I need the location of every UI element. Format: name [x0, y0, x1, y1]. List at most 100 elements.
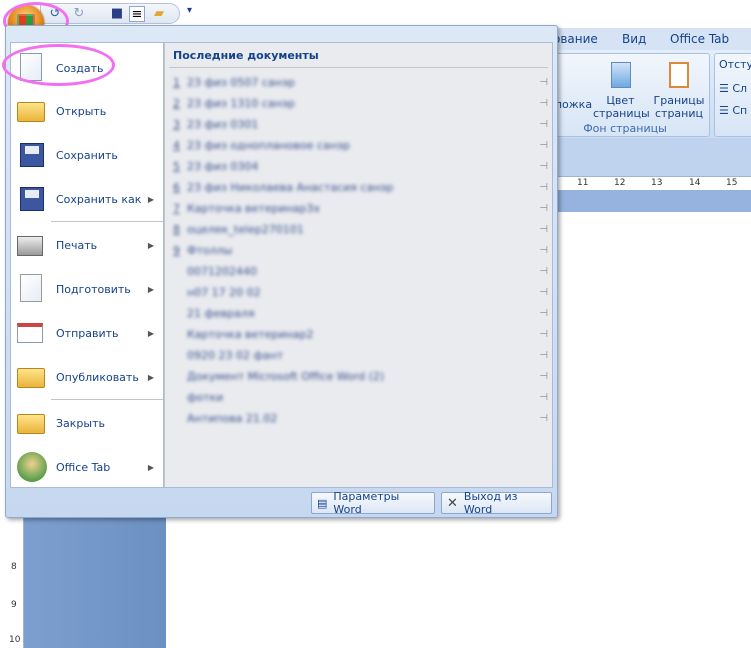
open-folder-icon [17, 102, 45, 122]
page-color-label: Цвет страницы [593, 94, 650, 120]
document-name: 23 физ Николаева Анастасия санэр [187, 180, 394, 194]
recent-document-item[interactable]: 21 февраля ⊣ [173, 303, 548, 323]
submenu-arrow-icon: ▶ [147, 462, 154, 472]
prepare-icon [20, 274, 42, 302]
pin-icon[interactable]: ⊣ [539, 245, 548, 256]
menu-item-office-tab[interactable]: Office Tab ▶ [11, 446, 163, 488]
document-name: 23 физ одноплановое санэр [187, 138, 351, 152]
divider [169, 67, 548, 68]
pin-icon[interactable]: ⊣ [539, 224, 548, 235]
recent-document-item[interactable]: 0071202440 ⊣ [173, 261, 548, 281]
vertical-ruler[interactable]: 8 9 10 [8, 517, 24, 648]
recent-document-item[interactable]: 2 23 физ 1310 санэр ⊣ [173, 93, 548, 113]
tab-view[interactable]: Вид [622, 32, 646, 46]
pin-icon[interactable]: ⊣ [539, 203, 548, 214]
pin-icon[interactable]: ⊣ [539, 413, 548, 424]
item-number: 9 [173, 243, 180, 257]
menu-item-prepare[interactable]: Подготовить ▶ [11, 268, 163, 310]
pin-icon[interactable]: ⊣ [539, 182, 548, 193]
page-borders-icon [669, 62, 689, 88]
pin-icon[interactable]: ⊣ [539, 287, 548, 298]
save-icon[interactable]: ■ [109, 6, 125, 22]
recent-document-item[interactable]: 0920 23 02 фант ⊣ [173, 345, 548, 365]
pin-icon[interactable]: ⊣ [539, 98, 548, 109]
recent-document-item[interactable]: 4 23 физ одноплановое санэр ⊣ [173, 135, 548, 155]
pin-icon[interactable]: ⊣ [539, 350, 548, 361]
document-name: 23 физ 0301 [187, 117, 259, 131]
menu-item-print[interactable]: Печать ▶ [11, 224, 163, 266]
printer-icon [17, 236, 43, 256]
recent-document-item[interactable]: 6 23 физ Николаева Анастасия санэр ⊣ [173, 177, 548, 197]
ribbon-footer [540, 138, 751, 176]
item-number: 1 [173, 75, 180, 89]
send-icon [17, 323, 43, 343]
horizontal-ruler[interactable]: 11 12 13 14 15 [540, 176, 751, 190]
recent-document-item[interactable]: 9 Фтоллы ⊣ [173, 240, 548, 260]
document-margin-area [24, 517, 166, 648]
item-number: 8 [173, 222, 180, 236]
pin-icon[interactable]: ⊣ [539, 266, 548, 277]
tab-office-tab[interactable]: Office Tab [670, 32, 729, 46]
pin-icon[interactable]: ⊣ [539, 140, 548, 151]
pin-icon[interactable]: ⊣ [539, 392, 548, 403]
menu-item-open[interactable]: Открыть [11, 90, 163, 132]
redo-icon[interactable]: ↻ [71, 6, 87, 22]
item-number: 6 [173, 180, 180, 194]
document-name: Документ Microsoft Office Word (2) [187, 369, 385, 383]
close-icon: ✕ [447, 495, 458, 511]
exit-word-button[interactable]: ✕ Выход из Word [441, 490, 552, 516]
recent-document-item[interactable]: н07 17 20 02 ⊣ [173, 282, 548, 302]
recent-document-item[interactable]: 5 23 физ 0304 ⊣ [173, 156, 548, 176]
pin-icon[interactable]: ⊣ [539, 161, 548, 172]
menu-item-save[interactable]: Сохранить [11, 134, 163, 176]
page-borders-label: Границы страниц [653, 94, 705, 120]
indent-right-button[interactable]: ☰ Сп [719, 104, 747, 117]
document-name: Антипова 21.02 [187, 411, 278, 425]
page-borders-button[interactable]: Границы страниц [653, 58, 705, 120]
pin-icon[interactable]: ⊣ [539, 308, 548, 319]
page-color-button[interactable]: Цвет страницы [593, 58, 650, 120]
separator [51, 221, 163, 222]
submenu-arrow-icon: ▶ [147, 284, 154, 294]
menu-item-save-as[interactable]: Сохранить как ▶ [11, 178, 163, 220]
recent-document-item[interactable]: фотки ⊣ [173, 387, 548, 407]
document-name: 23 физ 1310 санэр [187, 96, 295, 110]
submenu-arrow-icon: ▶ [147, 240, 154, 250]
document-name: 0071202440 [187, 264, 257, 278]
item-number: 5 [173, 159, 180, 173]
indent-left-button[interactable]: ☰ Сл [719, 82, 747, 95]
watermark-button[interactable]: ложка [555, 98, 592, 111]
item-number: 2 [173, 96, 180, 110]
document-name: оцелек_telep270101 [187, 222, 304, 236]
recent-document-item[interactable]: Карточка ветеринар2 ⊣ [173, 324, 548, 344]
recent-document-item[interactable]: Антипова 21.02 ⊣ [173, 408, 548, 428]
submenu-arrow-icon: ▶ [147, 372, 154, 382]
separator [51, 399, 163, 400]
item-number: 7 [173, 201, 180, 215]
item-number: 3 [173, 117, 180, 131]
pin-icon[interactable]: ⊣ [539, 371, 548, 382]
pin-icon[interactable]: ⊣ [539, 77, 548, 88]
page-background-group: ложка Цвет страницы Границы страниц Фон … [540, 53, 710, 137]
align-icon[interactable]: ≡ [129, 6, 145, 22]
menu-item-close[interactable]: Закрыть [11, 402, 163, 444]
pin-icon[interactable]: ⊣ [539, 119, 548, 130]
pin-icon[interactable]: ⊣ [539, 329, 548, 340]
recent-documents-title: Последние документы [173, 49, 319, 62]
options-icon: ▤ [317, 496, 328, 510]
recent-document-item[interactable]: Документ Microsoft Office Word (2) ⊣ [173, 366, 548, 386]
paragraph-group: Отсту ☰ Сл ☰ Сп [714, 53, 751, 137]
recent-document-item[interactable]: 3 23 физ 0301 ⊣ [173, 114, 548, 134]
document-name: фотки [187, 390, 224, 404]
recent-document-item[interactable]: 8 оцелек_telep270101 ⊣ [173, 219, 548, 239]
recent-document-item[interactable]: 7 Карточка ветеринар3х ⊣ [173, 198, 548, 218]
recent-document-item[interactable]: 1 23 физ 0507 санэр ⊣ [173, 72, 548, 92]
document-name: 0920 23 02 фант [187, 348, 284, 362]
customize-toolbar-button[interactable]: ▾ [187, 5, 192, 16]
open-folder-icon[interactable]: ▰ [151, 6, 167, 22]
menu-item-publish[interactable]: Опубликовать ▶ [11, 356, 163, 398]
menu-item-send[interactable]: Отправить ▶ [11, 312, 163, 354]
word-options-button[interactable]: ▤ Параметры Word [311, 490, 435, 516]
tab-review[interactable]: ование [553, 32, 598, 46]
document-background [540, 190, 751, 212]
